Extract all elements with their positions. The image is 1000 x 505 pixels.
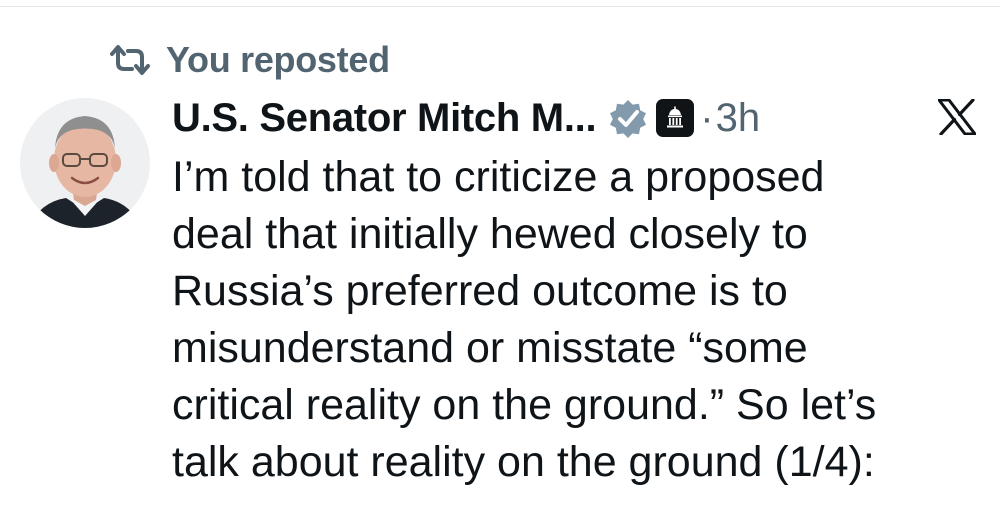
top-divider [0, 6, 1000, 7]
post-text-line: talk about reality on the ground (1/4): [172, 438, 875, 486]
repost-indicator[interactable]: You reposted [108, 36, 390, 84]
repost-icon [108, 43, 152, 77]
author-name[interactable]: U.S. Senator Mitch M... [172, 96, 597, 141]
post-text-line: critical reality on the ground.” So let’… [172, 381, 877, 429]
separator-dot: · [700, 95, 714, 140]
post-text-line: Russia’s preferred outcome is to [172, 267, 788, 315]
government-building-icon[interactable] [656, 99, 695, 137]
x-logo-icon[interactable] [937, 98, 977, 140]
post-text-line: deal that initially hewed closely to [172, 210, 808, 258]
repost-label: You reposted [166, 39, 390, 80]
avatar[interactable] [20, 98, 150, 228]
post-text: I’m told that to criticize a proposed de… [172, 149, 972, 491]
post-text-line: I’m told that to criticize a proposed [172, 153, 825, 201]
post-timestamp[interactable]: 3h [716, 96, 761, 141]
post-header: U.S. Senator Mitch M... · 3h [172, 90, 760, 146]
verified-badge-icon[interactable] [596, 98, 648, 138]
post-text-line: misunderstand or misstate “some [172, 324, 808, 372]
